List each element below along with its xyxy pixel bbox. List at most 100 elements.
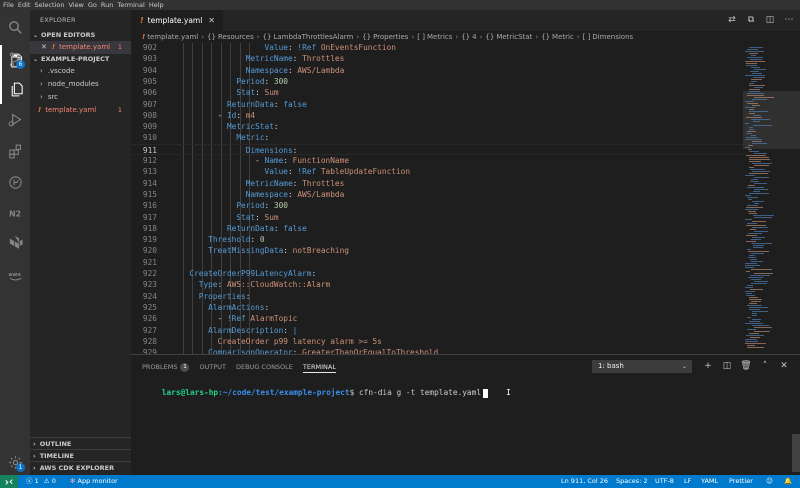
- new-terminal-icon[interactable]: +: [703, 360, 713, 371]
- code-editor[interactable]: 902 Value: !Ref OnEventsFunction 903 Metr…: [131, 43, 743, 354]
- breadcrumb-item[interactable]: {} Resources: [207, 33, 254, 41]
- terminal-prompt[interactable]: lars@lars-hp:~/code/test/example-project…: [143, 379, 489, 407]
- code-line[interactable]: 928 CreateOrder p99 latency alarm >= 5s: [131, 336, 743, 347]
- app-monitor[interactable]: ✻ App monitor: [70, 475, 118, 488]
- open-editors-header[interactable]: ⌄ OPEN EDITORS: [30, 30, 131, 41]
- breadcrumb-item[interactable]: [ ] Dimensions: [583, 33, 634, 41]
- menu-item-selection[interactable]: Selection: [34, 0, 64, 10]
- line-number: 915: [142, 189, 157, 199]
- breadcrumb-item[interactable]: [ ] Metrics: [417, 33, 452, 41]
- breadcrumb-separator-icon: ›: [256, 33, 260, 41]
- files-icon[interactable]: [0, 74, 30, 104]
- code-line[interactable]: 913 Value: !Ref TableUpdateFunction: [131, 166, 743, 177]
- code-line[interactable]: 914 MetricName: Throttles: [131, 178, 743, 189]
- menu-item-view[interactable]: View: [68, 0, 83, 10]
- code-line[interactable]: 908 - Id: m4: [131, 110, 743, 121]
- code-line[interactable]: 927 AlarmDescription: |: [131, 325, 743, 336]
- split-terminal-icon[interactable]: ◫: [722, 360, 732, 371]
- code-line[interactable]: 917 Stat: Sum: [131, 212, 743, 223]
- code-line[interactable]: 907 ReturnData: false: [131, 99, 743, 110]
- timeline-section[interactable]: › TIMELINE: [30, 449, 131, 461]
- tree-item-src[interactable]: › src: [30, 91, 131, 104]
- code-line[interactable]: 916 Period: 300: [131, 200, 743, 211]
- code-line[interactable]: 911 Dimensions:: [131, 143, 743, 155]
- menu-item-terminal[interactable]: Terminal: [117, 0, 144, 10]
- menu-item-go[interactable]: Go: [88, 0, 97, 10]
- code-line[interactable]: 921: [131, 257, 743, 268]
- close-panel-icon[interactable]: ✕: [779, 360, 789, 371]
- aws-cdk-explorer-section[interactable]: ›AWS CDK EXPLORER (PRE...: [30, 461, 131, 484]
- code-line[interactable]: 929 ComparisonOperator: GreaterThanOrEqu…: [131, 347, 743, 354]
- feedback-icon[interactable]: ☺: [766, 475, 773, 488]
- n2-icon[interactable]: N2: [0, 198, 30, 228]
- code-line[interactable]: 918 ReturnData: false: [131, 223, 743, 234]
- more-actions-icon[interactable]: ⋯: [784, 15, 794, 25]
- minimap[interactable]: [743, 43, 800, 354]
- end-of-line[interactable]: LF: [684, 475, 691, 488]
- aws-icon[interactable]: aws: [0, 260, 30, 290]
- search-icon[interactable]: [0, 12, 30, 42]
- tab-terminal[interactable]: TERMINAL: [302, 361, 336, 373]
- extensions-icon[interactable]: [0, 136, 30, 166]
- symbol-icon: {}: [461, 33, 471, 41]
- code-line[interactable]: 925 AlarmActions:: [131, 302, 743, 313]
- formatter[interactable]: Prettier: [729, 475, 753, 488]
- split-editor-icon[interactable]: ◫: [765, 15, 775, 25]
- tree-item-template-yaml[interactable]: ! template.yaml 1: [30, 104, 131, 117]
- code-line[interactable]: 909 MetricStat:: [131, 121, 743, 132]
- settings-gear-icon[interactable]: 1: [0, 447, 30, 477]
- tree-item-node-modules[interactable]: › node_modules: [30, 78, 131, 91]
- menu-item-run[interactable]: Run: [101, 0, 113, 10]
- close-icon[interactable]: ✕: [41, 41, 47, 54]
- breadcrumb-item[interactable]: {} LambdaThrottlesAlarm: [263, 33, 354, 41]
- breadcrumb-item[interactable]: {} MetricStat: [485, 33, 532, 41]
- notifications-icon[interactable]: 🔔: [784, 475, 792, 488]
- code-line[interactable]: 915 Namespace: AWS/Lambda: [131, 189, 743, 200]
- terraform-icon[interactable]: [0, 228, 30, 258]
- code-line[interactable]: 910 Metric:: [131, 132, 743, 143]
- outline-section[interactable]: › OUTLINE: [30, 437, 131, 449]
- encoding[interactable]: UTF-8: [655, 475, 674, 488]
- trash-icon[interactable]: 🗑: [740, 360, 751, 371]
- tab-problems[interactable]: PROBLEMS 1: [142, 361, 190, 373]
- code-line[interactable]: 906 Stat: Sum: [131, 87, 743, 98]
- open-preview-icon[interactable]: ⧉: [746, 15, 756, 25]
- code-line[interactable]: 926 - !Ref AlarmTopic: [131, 313, 743, 324]
- menu-item-file[interactable]: File: [3, 0, 14, 10]
- project-header[interactable]: ⌄ EXAMPLE-PROJECT: [30, 54, 131, 65]
- run-debug-icon[interactable]: [0, 104, 30, 134]
- code-line[interactable]: 904 Namespace: AWS/Lambda: [131, 65, 743, 76]
- compare-changes-icon[interactable]: ⇄: [727, 15, 737, 25]
- breadcrumb-item[interactable]: {} Properties: [362, 33, 408, 41]
- tree-item-vscode[interactable]: › .vscode: [30, 65, 131, 78]
- remote-indicator[interactable]: [0, 475, 18, 488]
- code-line[interactable]: 920 TreatMissingData: notBreaching: [131, 245, 743, 256]
- terminal-scrollbar[interactable]: [792, 434, 800, 472]
- close-icon[interactable]: ✕: [208, 16, 215, 25]
- code-line[interactable]: 902 Value: !Ref OnEventsFunction: [131, 43, 743, 53]
- menu-item-help[interactable]: Help: [149, 0, 164, 10]
- breadcrumb-item[interactable]: {} Metric: [541, 33, 574, 41]
- code-line[interactable]: 912 - Name: FunctionName: [131, 155, 743, 166]
- code-line[interactable]: 903 MetricName: Throttles: [131, 53, 743, 64]
- problems-indicator[interactable]: ⓧ 1 ⚠ 0: [26, 475, 56, 488]
- indentation[interactable]: Spaces: 2: [616, 475, 648, 488]
- terminal-select[interactable]: 1: bash ⌄: [592, 360, 692, 373]
- tab-template-yaml[interactable]: ! template.yaml ✕: [131, 10, 223, 31]
- language-mode[interactable]: YAML: [701, 475, 718, 488]
- code-line[interactable]: 923 Type: AWS::CloudWatch::Alarm: [131, 279, 743, 290]
- maximize-panel-icon[interactable]: ˄: [760, 360, 770, 371]
- code-line[interactable]: 922 CreateOrderP99LatencyAlarm:: [131, 268, 743, 279]
- cursor-position[interactable]: Ln 911, Col 26: [561, 475, 608, 488]
- breadcrumb-item[interactable]: {} 4: [461, 33, 476, 41]
- menu-item-edit[interactable]: Edit: [18, 0, 31, 10]
- code-line[interactable]: 924 Properties:: [131, 291, 743, 302]
- code-line[interactable]: 919 Threshold: 0: [131, 234, 743, 245]
- code-line[interactable]: 905 Period: 300: [131, 76, 743, 87]
- open-editor-item[interactable]: ✕ ! template.yaml 1: [30, 41, 131, 54]
- tab-debug-console[interactable]: DEBUG CONSOLE: [236, 361, 293, 373]
- tab-output[interactable]: OUTPUT: [199, 361, 226, 373]
- source-control-icon[interactable]: 6: [0, 44, 30, 74]
- breadcrumb-item[interactable]: ! template.yaml: [142, 33, 198, 41]
- git-graph-icon[interactable]: [0, 167, 30, 197]
